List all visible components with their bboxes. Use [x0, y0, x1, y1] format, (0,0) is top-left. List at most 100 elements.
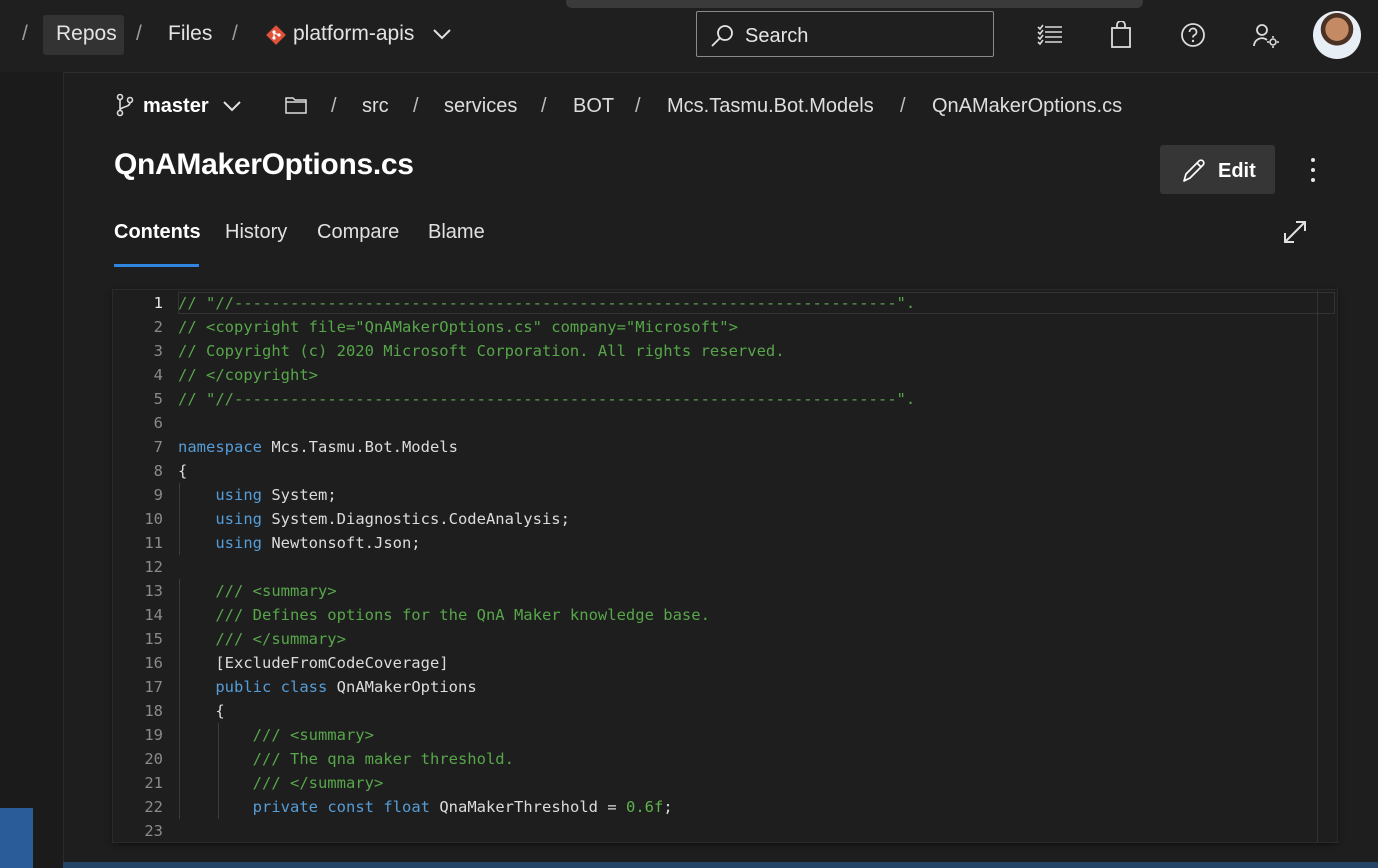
edit-button[interactable]: Edit: [1160, 145, 1275, 194]
line-number: 9: [153, 486, 163, 504]
path-segment-bot[interactable]: BOT: [573, 95, 614, 118]
code-text: private const float QnaMakerThreshold = …: [178, 795, 673, 819]
breadcrumb-separator: /: [22, 22, 28, 45]
code-keyword: class: [280, 678, 328, 696]
code-keyword: public: [215, 678, 272, 696]
line-number: 10: [144, 510, 163, 528]
line-number: 12: [144, 558, 163, 576]
fullscreen-expand-icon[interactable]: [1282, 219, 1308, 250]
breadcrumb-files[interactable]: Files: [168, 22, 212, 46]
search-input[interactable]: Search: [696, 11, 994, 57]
code-comment: /// <summary>: [252, 726, 374, 744]
code-line[interactable]: 13 /// <summary>: [113, 579, 1313, 603]
code-line[interactable]: 4 // </copyright>: [113, 363, 1313, 387]
code-line[interactable]: 5 // "//---------------------------------…: [113, 387, 1313, 411]
code-line[interactable]: 23: [113, 819, 1313, 842]
code-comment: /// The qna maker threshold.: [252, 750, 514, 768]
code-line[interactable]: 3 // Copyright (c) 2020 Microsoft Corpora…: [113, 339, 1313, 363]
code-line[interactable]: 21 /// </summary>: [113, 771, 1313, 795]
code-viewer[interactable]: 1 // "//---------------------------------…: [113, 290, 1337, 842]
shopping-bag-icon[interactable]: [1110, 20, 1132, 54]
line-number: 18: [144, 702, 163, 720]
path-separator: /: [413, 95, 419, 117]
code-line[interactable]: 2 // <copyright file="QnAMakerOptions.cs"…: [113, 315, 1313, 339]
code-line[interactable]: 7 namespace Mcs.Tasmu.Bot.Models: [113, 435, 1313, 459]
line-number: 22: [144, 798, 163, 816]
help-icon[interactable]: [1180, 22, 1206, 53]
path-segment-services[interactable]: services: [444, 95, 517, 118]
tab-contents[interactable]: Contents: [114, 221, 201, 244]
code-text: using System.Diagnostics.CodeAnalysis;: [178, 507, 570, 531]
code-comment: // Copyright (c) 2020 Microsoft Corporat…: [178, 342, 785, 360]
code-text: using System;: [178, 483, 337, 507]
code-text: /// </summary>: [178, 627, 346, 651]
pencil-icon: [1183, 159, 1205, 182]
code-keyword: float: [383, 798, 431, 816]
code-line[interactable]: 12: [113, 555, 1313, 579]
more-options-icon[interactable]: [1303, 156, 1323, 189]
line-number: 15: [144, 630, 163, 648]
path-segment-models[interactable]: Mcs.Tasmu.Bot.Models: [667, 95, 874, 118]
breadcrumb-repo[interactable]: platform-apis: [293, 22, 414, 46]
code-keyword: using: [215, 534, 262, 552]
top-bar: / Repos / Files / platform-apis Search: [0, 0, 1378, 73]
user-settings-icon[interactable]: [1252, 22, 1280, 55]
branch-selector[interactable]: master: [143, 95, 209, 118]
code-token: ;: [663, 798, 673, 816]
breadcrumb-repos[interactable]: Repos: [56, 22, 117, 46]
code-line[interactable]: 15 /// </summary>: [113, 627, 1313, 651]
code-token: System;: [262, 486, 337, 504]
code-line[interactable]: 17 public class QnAMakerOptions: [113, 675, 1313, 699]
left-rail: [0, 72, 64, 868]
line-number: 6: [153, 414, 163, 432]
search-placeholder: Search: [745, 25, 809, 47]
code-keyword: using: [215, 486, 262, 504]
line-number: 1: [153, 294, 163, 312]
git-repo-icon: [265, 24, 287, 51]
task-list-icon[interactable]: [1037, 23, 1063, 52]
code-comment: /// <summary>: [215, 582, 337, 600]
code-line[interactable]: 20 /// The qna maker threshold.: [113, 747, 1313, 771]
code-line[interactable]: 14 /// Defines options for the QnA Maker…: [113, 603, 1313, 627]
code-line[interactable]: 6: [113, 411, 1313, 435]
code-token: {: [178, 702, 225, 720]
code-line[interactable]: 10 using System.Diagnostics.CodeAnalysis…: [113, 507, 1313, 531]
path-separator: /: [900, 95, 906, 117]
chevron-down-icon[interactable]: [222, 99, 242, 118]
code-line[interactable]: 18 {: [113, 699, 1313, 723]
line-number: 3: [153, 342, 163, 360]
tab-compare[interactable]: Compare: [317, 221, 399, 244]
code-line[interactable]: 8{: [113, 459, 1313, 483]
scrollbar[interactable]: [1317, 290, 1318, 842]
code-line[interactable]: 1 // "//---------------------------------…: [113, 291, 1313, 315]
code-line[interactable]: 11 using Newtonsoft.Json;: [113, 531, 1313, 555]
path-segment-file[interactable]: QnAMakerOptions.cs: [932, 95, 1122, 118]
loading-indicator: [566, 0, 1143, 8]
code-line[interactable]: 22 private const float QnaMakerThreshold…: [113, 795, 1313, 819]
path-segment-src[interactable]: src: [362, 95, 389, 118]
line-number: 23: [144, 822, 163, 840]
code-text: // </copyright>: [178, 363, 318, 387]
folder-icon[interactable]: [285, 96, 307, 119]
code-text: namespace Mcs.Tasmu.Bot.Models: [178, 435, 458, 459]
path-separator: /: [331, 95, 337, 117]
code-text: // "//----------------------------------…: [178, 387, 915, 411]
code-line[interactable]: 16 [ExcludeFromCodeCoverage]: [113, 651, 1313, 675]
line-number: 20: [144, 750, 163, 768]
code-text: // <copyright file="QnAMakerOptions.cs" …: [178, 315, 738, 339]
tab-blame[interactable]: Blame: [428, 221, 485, 244]
avatar[interactable]: [1313, 11, 1361, 59]
chevron-down-icon[interactable]: [432, 27, 452, 46]
tab-history[interactable]: History: [225, 221, 287, 244]
code-token: Newtonsoft.Json;: [262, 534, 421, 552]
page-title: QnAMakerOptions.cs: [114, 148, 414, 181]
code-line[interactable]: 19 /// <summary>: [113, 723, 1313, 747]
code-line[interactable]: 9 using System;: [113, 483, 1313, 507]
